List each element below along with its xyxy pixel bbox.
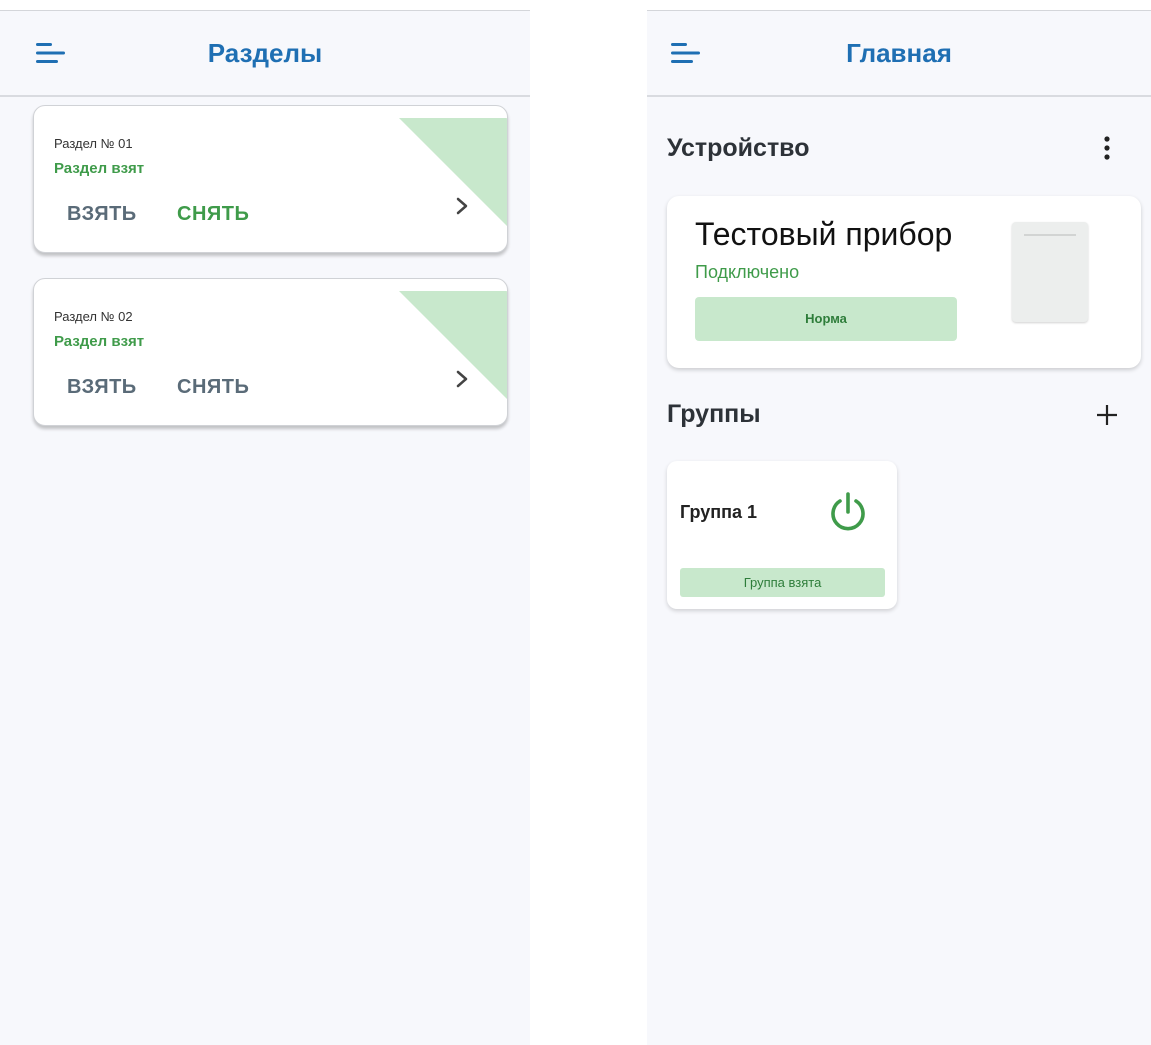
- sections-screen: Разделы Раздел № 01 Раздел взят ВЗЯТЬ СН…: [0, 10, 530, 1045]
- arm-button[interactable]: ВЗЯТЬ: [67, 203, 137, 226]
- power-icon[interactable]: [826, 490, 870, 534]
- chevron-right-icon[interactable]: [454, 368, 472, 390]
- page-title: Разделы: [207, 38, 323, 68]
- section-card[interactable]: Раздел № 02 Раздел взят ВЗЯТЬ СНЯТЬ: [33, 278, 508, 426]
- device-state-badge: Норма: [695, 297, 957, 341]
- main-app-bar: Главная: [647, 11, 1151, 97]
- section-number: Раздел № 02: [54, 309, 133, 324]
- sections-app-bar: Разделы: [0, 11, 530, 97]
- page-title: Главная: [846, 38, 952, 68]
- section-status: Раздел взят: [54, 160, 145, 177]
- disarm-button[interactable]: СНЯТЬ: [177, 203, 249, 226]
- group-card[interactable]: Группа 1 Группа взята: [667, 461, 897, 609]
- device-heading: Устройство: [667, 134, 810, 162]
- device-name: Тестовый прибор: [695, 216, 953, 252]
- section-status: Раздел взят: [54, 333, 145, 350]
- arm-button[interactable]: ВЗЯТЬ: [67, 376, 137, 399]
- chevron-right-icon[interactable]: [454, 195, 472, 217]
- status-corner-indicator: [387, 279, 507, 399]
- add-group-icon[interactable]: [1095, 403, 1119, 427]
- group-status-badge: Группа взята: [680, 568, 885, 597]
- status-corner-indicator: [387, 106, 507, 226]
- section-number: Раздел № 01: [54, 136, 133, 151]
- device-card[interactable]: Тестовый прибор Подключено Норма: [667, 196, 1141, 368]
- more-options-icon[interactable]: [1099, 135, 1115, 161]
- group-name: Группа 1: [680, 502, 758, 522]
- main-screen: Главная Устройство Тестовый прибор Подкл…: [647, 10, 1151, 1045]
- disarm-button[interactable]: СНЯТЬ: [177, 376, 249, 399]
- section-card[interactable]: Раздел № 01 Раздел взят ВЗЯТЬ СНЯТЬ: [33, 105, 508, 253]
- groups-heading: Группы: [667, 400, 761, 428]
- connection-status: Подключено: [695, 262, 800, 282]
- device-image: [1012, 222, 1088, 322]
